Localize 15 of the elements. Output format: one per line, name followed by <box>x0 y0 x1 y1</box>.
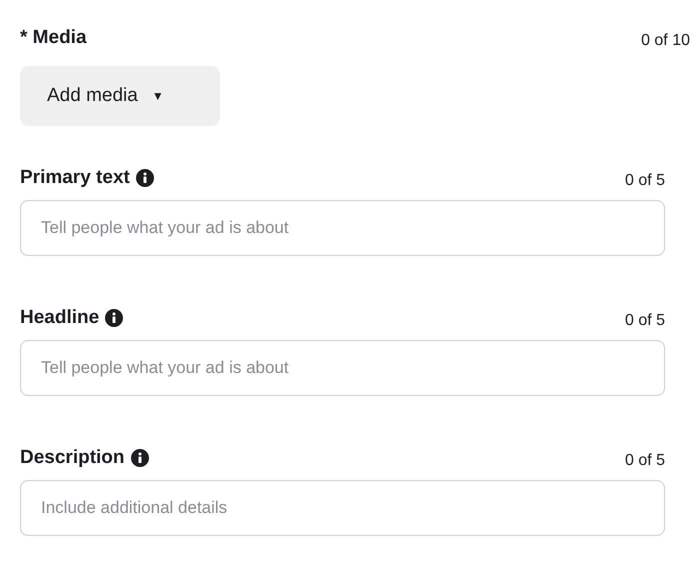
info-icon[interactable] <box>130 449 149 467</box>
character-count: 0 of 5 <box>624 311 665 330</box>
info-icon[interactable] <box>136 169 154 187</box>
text-input[interactable]: Tell people what your ad is about <box>20 340 665 396</box>
add-media-button[interactable]: Add media ▼ <box>20 66 220 126</box>
character-count: 0 of 5 <box>624 171 665 190</box>
text-input[interactable]: Include additional details <box>20 480 665 536</box>
character-count: 0 of 5 <box>624 451 665 470</box>
media-count: 0 of 10 <box>641 31 690 50</box>
media-label: * Media <box>20 27 87 49</box>
field-label: Primary text <box>20 167 130 189</box>
field-label: Description <box>20 447 125 469</box>
text-input[interactable]: Tell people what your ad is about <box>20 200 665 256</box>
field-label: Headline <box>20 307 100 329</box>
info-icon[interactable] <box>105 309 124 327</box>
